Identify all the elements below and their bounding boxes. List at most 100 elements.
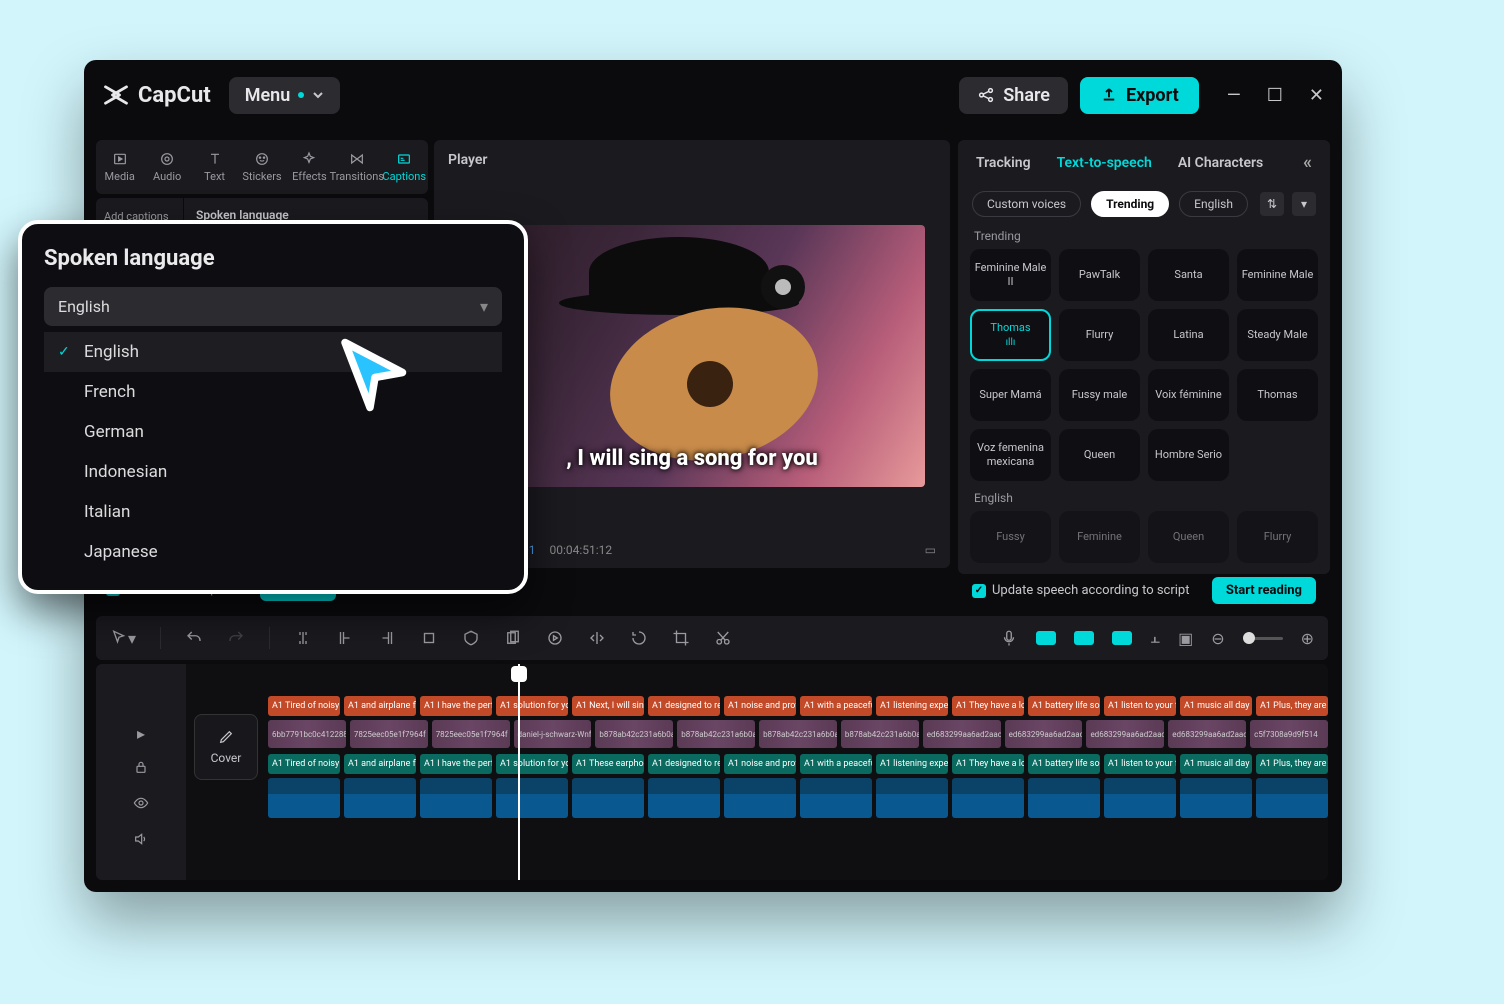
clip[interactable]: A1 designed to reduc bbox=[648, 696, 720, 716]
clip[interactable]: A1 listen to your favori bbox=[1104, 754, 1176, 774]
clip[interactable]: ed683299aa6ad2aad8b3 bbox=[923, 720, 1001, 748]
voice-flurry[interactable]: Flurry bbox=[1237, 511, 1318, 563]
eye-icon[interactable] bbox=[133, 795, 149, 815]
clip[interactable]: A1 solution for you bbox=[496, 754, 568, 774]
filter-custom[interactable]: Custom voices bbox=[972, 191, 1081, 217]
voice-latina[interactable]: Latina bbox=[1148, 309, 1229, 361]
filter-trending[interactable]: Trending bbox=[1091, 191, 1169, 217]
audio-clip[interactable] bbox=[724, 778, 796, 818]
clip[interactable]: daniel-j-schwarz-Wnf bbox=[514, 720, 592, 748]
audio-clip[interactable] bbox=[496, 778, 568, 818]
tab-stickers[interactable]: Stickers bbox=[241, 151, 283, 183]
voice-queen[interactable]: Queen bbox=[1059, 429, 1140, 481]
marker-icon[interactable]: ▣ bbox=[1178, 629, 1193, 648]
voice-santa[interactable]: Santa bbox=[1148, 249, 1229, 301]
clip[interactable]: A1 battery life so you ca bbox=[1028, 754, 1100, 774]
audio-clip[interactable] bbox=[344, 778, 416, 818]
zoom-out-icon[interactable]: ⊖ bbox=[1211, 629, 1224, 648]
clip[interactable]: A1 They have a long bbox=[952, 754, 1024, 774]
clip[interactable]: 7825eec05e1f7964f bbox=[432, 720, 510, 748]
copy-icon[interactable] bbox=[504, 629, 522, 647]
lang-option-french[interactable]: French bbox=[44, 372, 502, 412]
audio-clip[interactable] bbox=[1180, 778, 1252, 818]
track-pip-1[interactable] bbox=[1036, 631, 1056, 645]
rotate-icon[interactable] bbox=[630, 629, 648, 647]
voice-feminine[interactable]: Feminine bbox=[1059, 511, 1140, 563]
voice-feminine-male[interactable]: Feminine Male bbox=[1237, 249, 1318, 301]
lock-icon[interactable] bbox=[133, 759, 149, 779]
expand-icon[interactable]: ▸ bbox=[137, 724, 145, 743]
tab-captions[interactable]: Captions bbox=[383, 151, 425, 183]
ratio-icon[interactable]: ▭ bbox=[925, 543, 936, 557]
audio-clip[interactable] bbox=[800, 778, 872, 818]
voice-super-mam-[interactable]: Super Mamá bbox=[970, 369, 1051, 421]
clip[interactable]: b878ab42c231a6b0af bbox=[759, 720, 837, 748]
track-pip-3[interactable] bbox=[1112, 631, 1132, 645]
clip[interactable]: A1 with a peaceful bbox=[800, 754, 872, 774]
lang-option-italian[interactable]: Italian bbox=[44, 492, 502, 532]
close-icon[interactable]: ✕ bbox=[1309, 85, 1324, 106]
audio-clip[interactable] bbox=[1028, 778, 1100, 818]
clip[interactable]: A1 with a peaceful bbox=[800, 696, 872, 716]
zoom-slider[interactable] bbox=[1243, 637, 1283, 640]
lang-option-japanese[interactable]: Japanese bbox=[44, 532, 502, 572]
clip[interactable]: A1 These earphones a bbox=[572, 754, 644, 774]
clip[interactable]: A1 music all day long bbox=[1180, 696, 1252, 716]
undo-icon[interactable] bbox=[185, 629, 203, 647]
pointer-tool-icon[interactable]: ▾ bbox=[110, 629, 136, 648]
clip[interactable]: c5f7308a9d9f514 bbox=[1250, 720, 1328, 748]
clip[interactable]: A1 noise and provide bbox=[724, 754, 796, 774]
voice-thomas[interactable]: Thomasıllı bbox=[970, 309, 1051, 361]
mic-icon[interactable] bbox=[1000, 629, 1018, 647]
tab-audio[interactable]: Audio bbox=[146, 151, 188, 183]
clip[interactable]: A1 I have the perfec bbox=[420, 754, 492, 774]
export-button[interactable]: Export bbox=[1080, 77, 1199, 114]
rtab-aichars[interactable]: AI Characters bbox=[1178, 155, 1263, 171]
clip[interactable]: 6bb7791bc0c41228811f4e bbox=[268, 720, 346, 748]
clip[interactable]: A1 battery life so you ca bbox=[1028, 696, 1100, 716]
clip[interactable]: ed683299aa6ad2aad8b3 bbox=[1168, 720, 1246, 748]
voice-hombre-serio[interactable]: Hombre Serio bbox=[1148, 429, 1229, 481]
clip[interactable]: A1 solution for you bbox=[496, 696, 568, 716]
rtab-tts[interactable]: Text-to-speech bbox=[1057, 155, 1152, 171]
clip[interactable]: A1 noise and provide bbox=[724, 696, 796, 716]
redo-icon[interactable] bbox=[227, 629, 245, 647]
dropdown-icon[interactable]: ▾ bbox=[1292, 192, 1316, 216]
cover-button[interactable]: Cover bbox=[194, 714, 258, 780]
audio-clip[interactable] bbox=[420, 778, 492, 818]
share-button[interactable]: Share bbox=[959, 77, 1068, 114]
trim-right-icon[interactable] bbox=[378, 629, 396, 647]
voice-voix-f-minine[interactable]: Voix féminine bbox=[1148, 369, 1229, 421]
speaker-icon[interactable] bbox=[133, 831, 149, 851]
clip[interactable]: b878ab42c231a6b0af bbox=[841, 720, 919, 748]
clip[interactable]: A1 I have the perfec bbox=[420, 696, 492, 716]
lang-option-german[interactable]: German bbox=[44, 412, 502, 452]
clip[interactable]: ed683299aa6ad2aad8b3 bbox=[1086, 720, 1164, 748]
pro-cut-icon[interactable] bbox=[714, 629, 732, 647]
update-speech-checkbox[interactable]: ✓Update speech according to script bbox=[972, 583, 1189, 598]
tab-text[interactable]: Text bbox=[194, 151, 236, 183]
voice-feminine-male-ii[interactable]: Feminine Male II bbox=[970, 249, 1051, 301]
audio-clip[interactable] bbox=[268, 778, 340, 818]
voice-thomas[interactable]: Thomas bbox=[1237, 369, 1318, 421]
zoom-in-icon[interactable]: ⊕ bbox=[1301, 629, 1314, 648]
playhead[interactable] bbox=[518, 664, 520, 880]
clip[interactable]: A1 They have a long bbox=[952, 696, 1024, 716]
crop2-icon[interactable] bbox=[672, 629, 690, 647]
voice-fussy[interactable]: Fussy bbox=[970, 511, 1051, 563]
voice-pawtalk[interactable]: PawTalk bbox=[1059, 249, 1140, 301]
audio-clip[interactable] bbox=[876, 778, 948, 818]
trim-left-icon[interactable] bbox=[336, 629, 354, 647]
clip[interactable]: 7825eec05e1f7964f bbox=[350, 720, 428, 748]
menu-button[interactable]: Menu bbox=[229, 77, 341, 114]
clip[interactable]: A1 listen to your favori bbox=[1104, 696, 1176, 716]
minimize-icon[interactable]: — bbox=[1227, 85, 1241, 106]
clip[interactable]: A1 and airplane flights? bbox=[344, 696, 416, 716]
mirror-icon[interactable] bbox=[588, 629, 606, 647]
replay-icon[interactable] bbox=[546, 629, 564, 647]
tab-media[interactable]: Media bbox=[99, 151, 141, 183]
tab-effects[interactable]: Effects bbox=[288, 151, 330, 183]
clip[interactable]: A1 listening experienc bbox=[876, 696, 948, 716]
voice-queen[interactable]: Queen bbox=[1148, 511, 1229, 563]
audio-clip[interactable] bbox=[952, 778, 1024, 818]
